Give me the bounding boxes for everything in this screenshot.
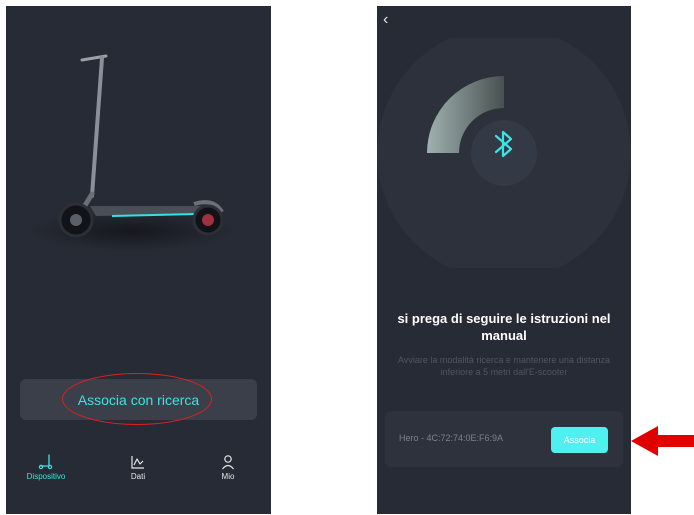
device-home-screen: Associa con ricerca Dispositivo Dati Mio bbox=[6, 6, 271, 514]
nav-label-mio: Mio bbox=[221, 472, 235, 481]
pair-search-button[interactable]: Associa con ricerca bbox=[20, 379, 257, 420]
red-arrow-annotation bbox=[631, 426, 694, 456]
bluetooth-pairing-screen: ‹ si prega di seguire le istruzioni nel … bbox=[377, 6, 631, 514]
associa-button[interactable]: Associa bbox=[551, 427, 608, 453]
screenshot-canvas: Associa con ricerca Dispositivo Dati Mio… bbox=[0, 0, 694, 515]
nav-label-dati: Dati bbox=[130, 472, 146, 481]
chart-icon bbox=[131, 456, 144, 469]
scooter-image bbox=[58, 54, 224, 238]
user-icon bbox=[222, 455, 234, 470]
nav-item-dispositivo[interactable]: Dispositivo bbox=[11, 454, 81, 481]
back-icon[interactable]: ‹ bbox=[383, 12, 388, 28]
instructions-subtitle: Avviare la modalità ricerca e mantenere … bbox=[398, 355, 610, 377]
scooter-icon bbox=[38, 454, 53, 470]
pair-search-label: Associa con ricerca bbox=[77, 391, 200, 408]
device-name: Hero - 4C:72:74:0E:F6:9A bbox=[399, 433, 504, 443]
nav-item-mio[interactable]: Mio bbox=[193, 454, 263, 481]
found-device-row: Hero - 4C:72:74:0E:F6:9A Associa bbox=[385, 411, 623, 467]
bluetooth-icon bbox=[494, 130, 513, 158]
bottom-nav: Dispositivo Dati Mio bbox=[6, 450, 271, 514]
nav-label-dispositivo: Dispositivo bbox=[26, 472, 66, 481]
instructions-title: si prega di seguire le istruzioni nel ma… bbox=[397, 311, 611, 343]
nav-item-dati[interactable]: Dati bbox=[103, 454, 173, 481]
